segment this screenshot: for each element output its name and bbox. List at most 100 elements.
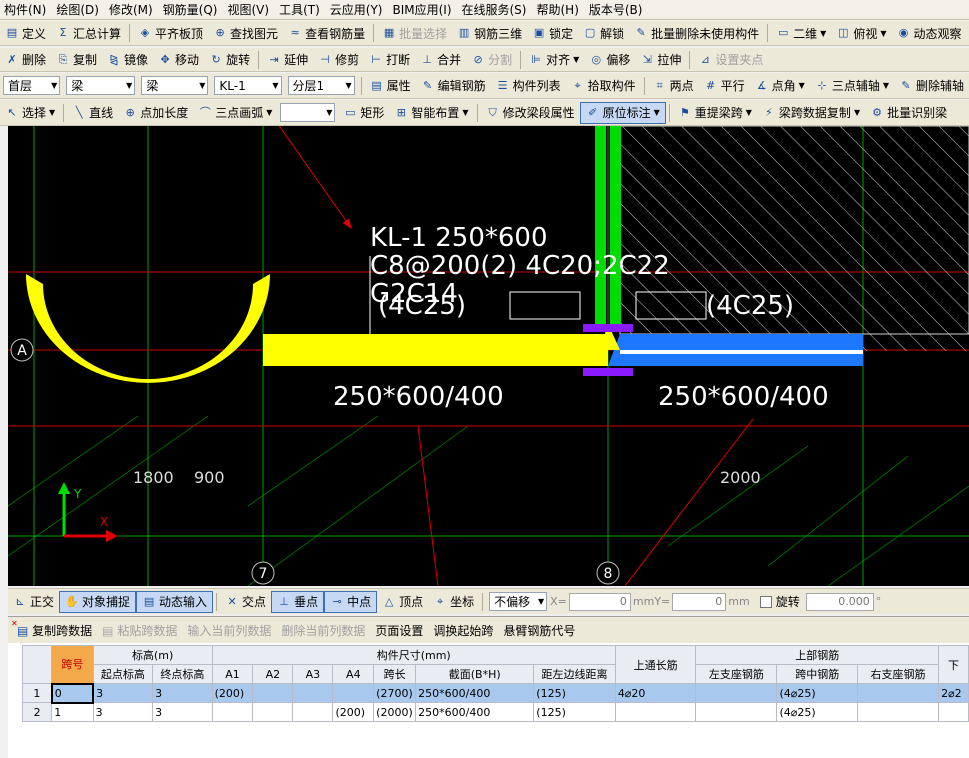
- header-end-elev[interactable]: 终点标高: [152, 664, 213, 684]
- cell-span[interactable]: 0: [50, 682, 95, 704]
- header-top-through[interactable]: 上通长筋: [614, 645, 697, 684]
- header-next[interactable]: 下: [938, 645, 969, 684]
- chevron-down-icon[interactable]: ▼: [51, 81, 57, 90]
- offset-button[interactable]: ◎ 偏移: [584, 49, 635, 71]
- cell-left[interactable]: [695, 702, 778, 722]
- cell-next[interactable]: [938, 702, 969, 722]
- span-copy-button[interactable]: ⚡ 梁跨数据复制 ▼: [757, 102, 865, 124]
- chevron-down-icon[interactable]: ▼: [462, 108, 468, 117]
- cell-len[interactable]: (2000): [373, 702, 417, 722]
- intersection-button[interactable]: ✕ 交点: [220, 591, 271, 613]
- cell-offset[interactable]: (125): [533, 683, 616, 703]
- vertex-button[interactable]: △ 顶点: [377, 591, 428, 613]
- header-section[interactable]: 截面(B*H): [415, 664, 535, 684]
- header-a2[interactable]: A2: [252, 664, 294, 684]
- orbit-button[interactable]: ◉ 动态观察: [892, 22, 967, 44]
- chevron-down-icon[interactable]: ▼: [854, 108, 860, 117]
- three-point-aux-button[interactable]: ⊹ 三点辅轴 ▼: [810, 75, 894, 97]
- cell-start[interactable]: 3: [92, 683, 154, 703]
- chevron-down-icon[interactable]: ▼: [538, 597, 544, 606]
- trim-button[interactable]: ⊣ 修剪: [313, 49, 364, 71]
- delete-aux-button[interactable]: ✎ 删除辅轴: [894, 75, 969, 97]
- header-mid-span[interactable]: 跨中钢筋: [776, 664, 859, 684]
- type-select[interactable]: 梁 ▼: [141, 76, 209, 95]
- menu-item-7[interactable]: BIM应用(I): [388, 1, 457, 18]
- cell-a1[interactable]: [211, 702, 254, 722]
- cell-a2[interactable]: [252, 702, 294, 722]
- draw-mode-select[interactable]: ▼: [280, 103, 336, 122]
- chevron-down-icon[interactable]: ▼: [880, 29, 886, 38]
- perpendicular-button[interactable]: ⊥ 垂点: [271, 590, 325, 613]
- member-select[interactable]: KL-1 ▼: [214, 76, 282, 95]
- drawing-canvas[interactable]: KL-1 250*600 C8@200(2) 4C20;2C22 G2C14 (…: [8, 126, 969, 586]
- cell-mid[interactable]: (4⌀25): [776, 683, 859, 703]
- offset-select[interactable]: 不偏移 ▼: [489, 592, 548, 611]
- break-button[interactable]: ⊢ 打断: [364, 49, 415, 71]
- chevron-down-icon[interactable]: ▼: [266, 108, 272, 117]
- reextract-span-button[interactable]: ⚑ 重提梁跨 ▼: [673, 102, 757, 124]
- x-coord-input[interactable]: 0: [568, 592, 631, 611]
- top-view-button[interactable]: ◫ 俯视 ▼: [831, 22, 891, 44]
- menu-item-6[interactable]: 云应用(Y): [326, 1, 389, 18]
- table-row[interactable]: 1 0 3 3 (200) (2700) 250*600/400 (125) 4⌀20 (4⌀25…: [21, 682, 969, 704]
- cell-a3[interactable]: [292, 683, 334, 703]
- cell-len[interactable]: (2700): [373, 683, 417, 703]
- header-a3[interactable]: A3: [292, 664, 334, 684]
- column-left-bar[interactable]: [595, 126, 606, 328]
- chevron-down-icon[interactable]: ▼: [272, 81, 278, 90]
- delete-button[interactable]: ✗ 删除: [0, 49, 51, 71]
- menu-item-2[interactable]: 修改(M): [105, 1, 159, 18]
- extend-button[interactable]: ⇥ 延伸: [262, 49, 313, 71]
- panel-tool-3[interactable]: 删除当前列数据: [276, 622, 370, 639]
- chevron-down-icon[interactable]: ▼: [654, 108, 660, 117]
- y-coord-input[interactable]: 0: [672, 592, 727, 611]
- cell-span[interactable]: 1: [51, 702, 94, 722]
- align-slab-button[interactable]: ◈ 平齐板顶: [133, 22, 208, 44]
- header-start-elev[interactable]: 起点标高: [92, 664, 154, 684]
- cell-section[interactable]: 250*600/400: [415, 702, 535, 722]
- line-button[interactable]: ╲ 直线: [67, 102, 118, 124]
- cell-a1[interactable]: (200): [211, 683, 254, 703]
- cell-end[interactable]: 3: [152, 683, 213, 703]
- header-span-len[interactable]: 跨长: [373, 664, 417, 684]
- batch-delete-button[interactable]: ✎ 批量删除未使用构件: [629, 22, 764, 44]
- chevron-down-icon[interactable]: ▼: [326, 108, 332, 117]
- cell-right[interactable]: [857, 702, 940, 722]
- cell-right[interactable]: [857, 683, 940, 703]
- beam-span-1[interactable]: [263, 334, 608, 366]
- annotation-box-left[interactable]: [509, 291, 581, 320]
- split-button[interactable]: ⊘ 分割: [466, 49, 517, 71]
- column-right-bar[interactable]: [610, 126, 621, 328]
- arc-button[interactable]: ⌒ 三点画弧 ▼: [193, 102, 277, 124]
- object-snap-button[interactable]: ✋ 对象捕捉: [59, 590, 137, 613]
- smart-layout-button[interactable]: ⊞ 智能布置 ▼: [389, 102, 473, 124]
- definition-button[interactable]: ▤ 定义: [0, 22, 51, 44]
- header-left-support[interactable]: 左支座钢筋: [695, 664, 778, 684]
- menu-item-9[interactable]: 帮助(H): [532, 1, 584, 18]
- layer-select[interactable]: 分层1 ▼: [287, 76, 355, 95]
- rectangle-button[interactable]: ▭ 矩形: [338, 102, 389, 124]
- align-button[interactable]: ⊫ 对齐 ▼: [524, 49, 584, 71]
- cell-left[interactable]: [695, 683, 778, 703]
- chevron-down-icon[interactable]: ▼: [49, 108, 55, 117]
- ortho-button[interactable]: ⊾ 正交: [8, 591, 59, 613]
- chevron-down-icon[interactable]: ▼: [820, 29, 826, 38]
- chevron-down-icon[interactable]: ▼: [126, 81, 132, 90]
- copy-button[interactable]: ⎘ 复制: [51, 49, 102, 71]
- modify-span-button[interactable]: ⛉ 修改梁段属性: [481, 102, 580, 124]
- cell-top[interactable]: 4⌀20: [614, 683, 697, 703]
- category-select[interactable]: 梁 ▼: [66, 76, 136, 95]
- header-span-no[interactable]: 跨号: [51, 645, 94, 684]
- unlock-button[interactable]: ▢ 解锁: [578, 22, 629, 44]
- panel-tool-4[interactable]: 页面设置: [370, 622, 428, 639]
- menu-item-10[interactable]: 版本号(B): [585, 1, 649, 18]
- cell-a2[interactable]: [252, 683, 294, 703]
- panel-tool-0[interactable]: ▤ 复制跨数据: [12, 622, 97, 639]
- chevron-down-icon[interactable]: ▼: [746, 108, 752, 117]
- batch-recognize-button[interactable]: ⚙ 批量识别梁: [865, 102, 952, 124]
- point-angle-button[interactable]: ∡ 点角 ▼: [750, 75, 810, 97]
- menu-item-1[interactable]: 绘图(D): [52, 1, 105, 18]
- header-a1[interactable]: A1: [211, 664, 254, 684]
- chevron-down-icon[interactable]: ▼: [573, 55, 579, 64]
- cell-offset[interactable]: (125): [533, 702, 616, 722]
